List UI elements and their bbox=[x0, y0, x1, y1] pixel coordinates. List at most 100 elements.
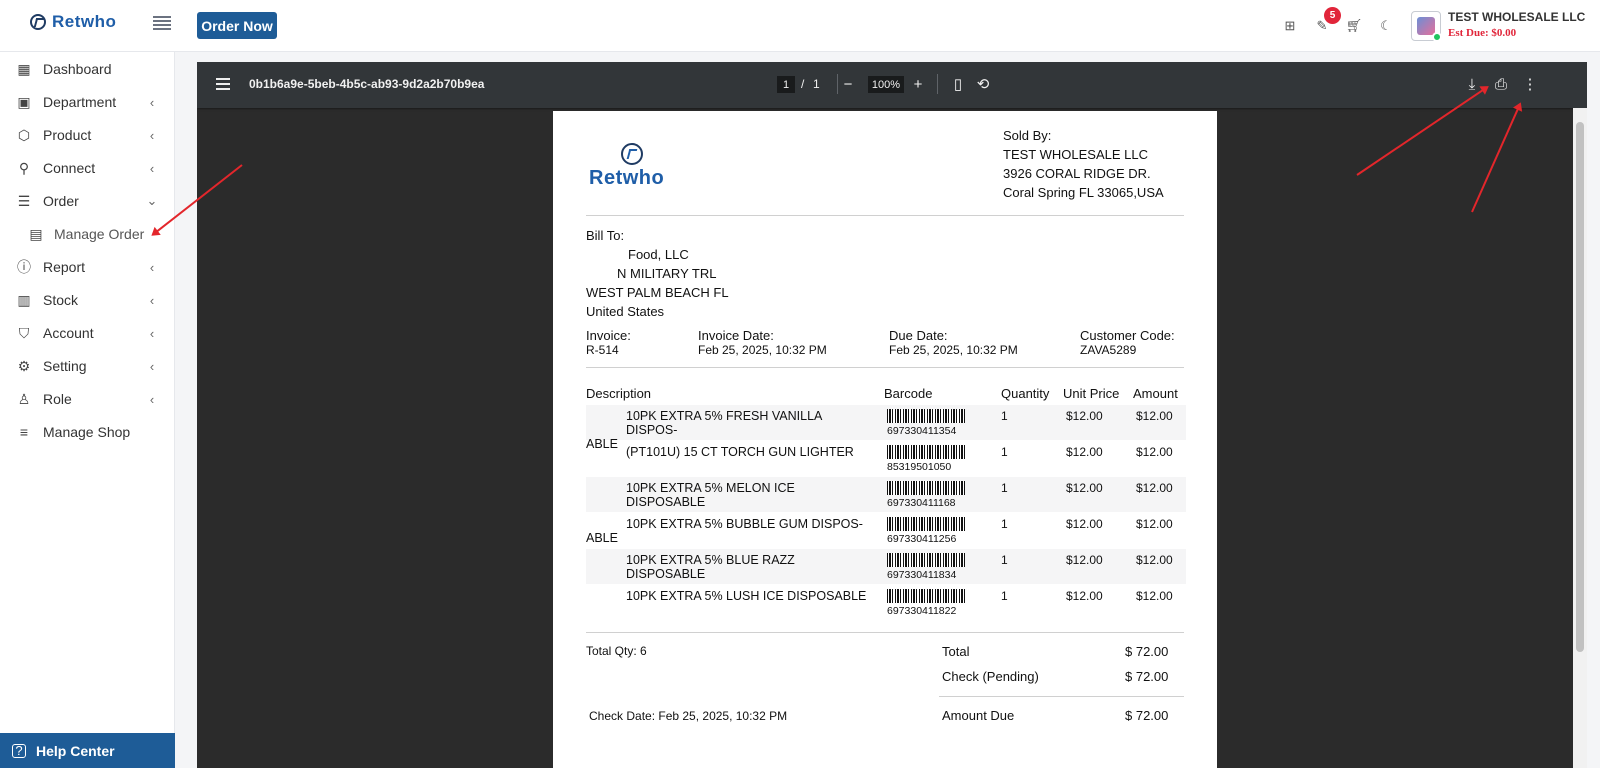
cart-icon[interactable]: 🛒︎ bbox=[1346, 18, 1363, 34]
col-barcode: Barcode bbox=[884, 386, 933, 401]
sidebar-item-product[interactable]: ⬡ Product ‹ bbox=[0, 121, 175, 149]
store-name[interactable]: TEST WHOLESALE LLC bbox=[1448, 10, 1585, 24]
zoom-out-icon[interactable]: − bbox=[839, 75, 857, 93]
invoice-value: R-514 bbox=[586, 343, 619, 357]
sidebar-item-label: Product bbox=[43, 127, 92, 143]
sidebar-item-connect[interactable]: ⚲ Connect ‹ bbox=[0, 154, 175, 182]
chevron-down-icon: ⌄ bbox=[146, 193, 158, 208]
item-description-line-1: 10PK EXTRA 5% BLUE RAZZ DISPOSABLE bbox=[626, 553, 795, 581]
table-row: 10PK EXTRA 5% LUSH ICE DISPOSABLE 697330… bbox=[586, 585, 1186, 620]
sidebar-item-label: Role bbox=[43, 391, 72, 407]
connect-icon: ⚲ bbox=[18, 159, 30, 176]
chevron-left-icon: ‹ bbox=[149, 391, 155, 407]
stock-chart-icon: ▥ bbox=[17, 291, 31, 308]
sidebar-item-setting[interactable]: ⚙ Setting ‹ bbox=[0, 352, 175, 380]
sidebar-item-label: Manage Shop bbox=[43, 424, 131, 440]
item-amount: $12.00 bbox=[1136, 481, 1173, 495]
item-quantity: 1 bbox=[1001, 445, 1008, 459]
amount-due-label: Amount Due bbox=[942, 708, 1015, 723]
item-description-line-1: 10PK EXTRA 5% FRESH VANILLA DISPOS- bbox=[626, 409, 822, 437]
dark-mode-icon[interactable]: ☾ bbox=[1378, 18, 1394, 34]
sidebar-item-manage-shop[interactable]: ≡ Manage Shop bbox=[0, 418, 175, 446]
item-description-line-2: ABLE bbox=[586, 531, 618, 545]
zoom-in-icon[interactable]: + bbox=[909, 75, 927, 93]
item-description-line-1: (PT101U) 15 CT TORCH GUN LIGHTER bbox=[626, 445, 854, 459]
sold-by-heading: Sold By: bbox=[1003, 128, 1052, 143]
item-quantity: 1 bbox=[1001, 589, 1008, 603]
sidebar-item-department[interactable]: ▣ Department ‹ bbox=[0, 88, 175, 116]
sidebar-item-account[interactable]: ⛉ Account ‹ bbox=[0, 319, 175, 347]
item-amount: $12.00 bbox=[1136, 553, 1173, 567]
item-description-line-1: 10PK EXTRA 5% MELON ICE DISPOSABLE bbox=[626, 481, 795, 509]
sidebar-item-report[interactable]: ⓘ Report ‹ bbox=[0, 253, 175, 281]
chevron-left-icon: ‹ bbox=[149, 358, 155, 374]
table-row: 10PK EXTRA 5% FRESH VANILLA DISPOS- ABLE … bbox=[586, 405, 1186, 451]
item-description: (PT101U) 15 CT TORCH GUN LIGHTER bbox=[586, 445, 876, 459]
help-center-button[interactable]: ? Help Center bbox=[0, 733, 175, 768]
item-unit-price: $12.00 bbox=[1066, 553, 1103, 567]
download-icon[interactable]: ⤓ bbox=[1463, 75, 1481, 93]
seller-address-1: 3926 CORAL RIDGE DR. bbox=[1003, 166, 1151, 181]
due-date-label: Due Date: bbox=[889, 328, 948, 343]
item-unit-price: $12.00 bbox=[1066, 481, 1103, 495]
chevron-left-icon: ‹ bbox=[149, 259, 155, 275]
pdf-menu-icon[interactable] bbox=[216, 78, 230, 90]
fit-page-icon[interactable]: ▯ bbox=[949, 75, 967, 93]
sidebar-item-label: Connect bbox=[43, 160, 96, 176]
bill-to-line-1: Food, LLC bbox=[628, 247, 689, 262]
table-row: 10PK EXTRA 5% BLUE RAZZ DISPOSABLE 69733… bbox=[586, 549, 1186, 584]
sidebar-item-order[interactable]: ☰ Order ⌄ bbox=[0, 187, 175, 215]
sidebar-item-manage-order[interactable]: ▤ Manage Order bbox=[0, 220, 175, 248]
item-amount: $12.00 bbox=[1136, 409, 1173, 423]
check-date: Check Date: Feb 25, 2025, 10:32 PM bbox=[589, 709, 788, 723]
page-separator: / bbox=[801, 77, 805, 91]
page-total: 1 bbox=[813, 77, 820, 91]
print-icon[interactable]: ⎙ bbox=[1492, 75, 1510, 93]
barcode-number: 697330411256 bbox=[887, 533, 957, 545]
barcode-image bbox=[887, 481, 965, 495]
sidebar-item-label: Account bbox=[43, 325, 94, 341]
item-unit-price: $12.00 bbox=[1066, 589, 1103, 603]
pdf-scrollbar-thumb[interactable] bbox=[1576, 122, 1584, 652]
sidebar-item-stock[interactable]: ▥ Stock ‹ bbox=[0, 286, 175, 314]
chevron-left-icon: ‹ bbox=[149, 94, 155, 110]
menu-toggle-icon[interactable] bbox=[153, 16, 171, 30]
due-date-block: Due Date: Feb 25, 2025, 10:32 PM bbox=[889, 328, 1018, 358]
col-description: Description bbox=[586, 386, 652, 401]
sidebar-item-label: Stock bbox=[43, 292, 79, 308]
total-label: Total bbox=[942, 644, 970, 659]
pdf-document-title: 0b1b6a9e-5beb-4b5c-ab93-9d2a2b70b9ea bbox=[249, 77, 485, 91]
notification-badge: 5 bbox=[1324, 7, 1341, 24]
invoice-number-block: Invoice: R-514 bbox=[586, 329, 631, 358]
more-options-icon[interactable]: ⋮ bbox=[1521, 75, 1539, 93]
item-description: 10PK EXTRA 5% MELON ICE DISPOSABLE bbox=[586, 481, 876, 509]
order-now-button[interactable]: Order Now bbox=[197, 12, 277, 39]
sidebar-item-dashboard[interactable]: ▦ Dashboard bbox=[0, 55, 175, 83]
manage-shop-icon: ≡ bbox=[19, 424, 29, 440]
app-logo[interactable]: Retwho bbox=[30, 12, 116, 32]
divider bbox=[939, 696, 1184, 697]
item-description: 10PK EXTRA 5% BLUE RAZZ DISPOSABLE bbox=[586, 553, 876, 581]
barcode-number: 697330411834 bbox=[887, 569, 957, 581]
zoom-input[interactable]: 100% bbox=[868, 76, 904, 93]
logo-icon bbox=[30, 14, 46, 30]
sidebar-item-label: Department bbox=[43, 94, 117, 110]
top-header: Retwho Order Now ⊞ ✎ 5 🛒︎ ☾ TEST WHOLESA… bbox=[0, 0, 1600, 52]
col-unit-price: Unit Price bbox=[1063, 386, 1120, 401]
dashboard-icon: ▦ bbox=[17, 60, 31, 77]
invoice-date-value: Feb 25, 2025, 10:32 PM bbox=[698, 343, 827, 357]
item-unit-price: $12.00 bbox=[1066, 445, 1103, 459]
item-description: 10PK EXTRA 5% LUSH ICE DISPOSABLE bbox=[586, 589, 876, 603]
sidebar-item-label: Report bbox=[43, 259, 86, 275]
sidebar-item-label: Order bbox=[43, 193, 79, 209]
page-number-input[interactable]: 1 bbox=[777, 76, 795, 93]
manage-order-icon: ▤ bbox=[29, 225, 43, 242]
rotate-icon[interactable]: ⟲ bbox=[974, 75, 992, 93]
sidebar-item-role[interactable]: ♙ Role ‹ bbox=[0, 385, 175, 413]
barcode-scanner-icon[interactable]: ⊞ bbox=[1282, 18, 1298, 34]
table-row: 10PK EXTRA 5% MELON ICE DISPOSABLE 69733… bbox=[586, 477, 1186, 512]
item-amount: $12.00 bbox=[1136, 517, 1173, 531]
help-center-label: Help Center bbox=[36, 742, 115, 759]
customer-code-label: Customer Code: bbox=[1080, 328, 1175, 343]
table-row: 10PK EXTRA 5% BUBBLE GUM DISPOS- ABLE 697… bbox=[586, 513, 1186, 548]
